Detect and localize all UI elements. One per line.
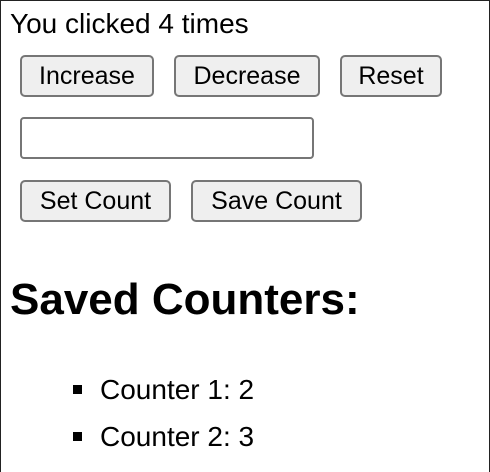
reset-button[interactable]: Reset (340, 55, 442, 97)
set-count-button[interactable]: Set Count (20, 180, 171, 222)
increase-button[interactable]: Increase (20, 55, 154, 97)
list-item: Counter 1: 2 (73, 366, 254, 413)
saved-counters-heading: Saved Counters: (10, 275, 360, 324)
list-item: Counter 2: 3 (73, 413, 254, 460)
count-input[interactable] (20, 117, 314, 159)
saved-counter-label: Counter 1: 2 (100, 374, 255, 405)
saved-counter-label: Counter 2: 3 (100, 421, 255, 452)
click-count-text: You clicked 4 times (10, 8, 249, 39)
app-frame: You clicked 4 times Increase Decrease Re… (0, 0, 490, 472)
saved-counters-list: Counter 1: 2 Counter 2: 3 (73, 366, 254, 460)
decrease-button[interactable]: Decrease (174, 55, 320, 97)
square-bullet-icon (73, 432, 82, 441)
square-bullet-icon (73, 385, 82, 394)
save-count-button[interactable]: Save Count (191, 180, 362, 222)
